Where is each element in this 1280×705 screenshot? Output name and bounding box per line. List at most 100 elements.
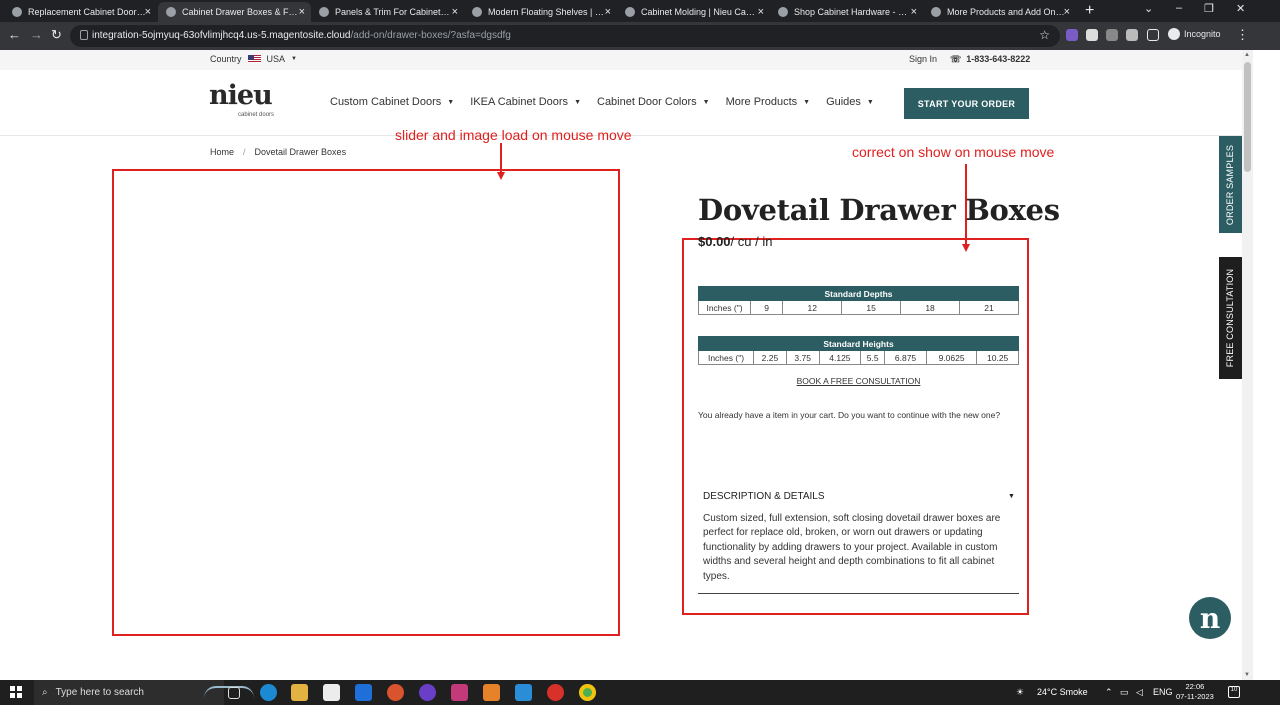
browser-tab-active[interactable]: Cabinet Drawer Boxes & Front × — [158, 2, 311, 22]
mail-icon[interactable] — [355, 684, 372, 701]
chrome-icon[interactable] — [579, 684, 596, 701]
site-topbar: Country USA ▼ Sign In ☏ 1-833-643-8222 — [0, 50, 1242, 70]
nav-guides[interactable]: Guides ▼ — [826, 96, 874, 108]
puzzle-icon[interactable] — [1126, 29, 1138, 41]
app-icon[interactable] — [451, 684, 468, 701]
page-scrollbar[interactable]: ▲ ▼ — [1242, 50, 1253, 680]
app-icon[interactable] — [547, 684, 564, 701]
browser-tab[interactable]: Modern Floating Shelves | Nieu × — [464, 2, 617, 22]
new-tab-icon[interactable]: + — [1085, 2, 1094, 20]
extension-icon[interactable] — [1086, 29, 1098, 41]
site-logo[interactable]: nieu cabinet doors — [209, 82, 274, 119]
incognito-indicator[interactable]: Incognito — [1168, 28, 1221, 40]
scroll-down-icon[interactable]: ▼ — [1244, 672, 1250, 678]
side-panel-icon[interactable] — [1147, 29, 1159, 41]
extension-icon[interactable] — [1106, 29, 1118, 41]
favicon-icon — [625, 7, 635, 17]
network-icon[interactable]: ▭ — [1120, 687, 1129, 698]
back-icon[interactable]: ← — [8, 27, 21, 42]
us-flag-icon — [247, 55, 261, 63]
close-tab-icon[interactable]: × — [299, 6, 305, 18]
scrollbar-thumb[interactable] — [1244, 62, 1251, 172]
taskbar-clock[interactable]: 22:06 07-11-2023 — [1176, 682, 1214, 702]
favicon-icon — [166, 7, 176, 17]
browser-tab[interactable]: Cabinet Molding | Nieu Cabine × — [617, 2, 770, 22]
free-consultation-tab[interactable]: FREE CONSULTATION — [1219, 257, 1242, 379]
nav-custom-cabinet-doors[interactable]: Custom Cabinet Doors ▼ — [330, 96, 454, 108]
volume-icon[interactable]: ◁ — [1136, 687, 1143, 698]
browser-menu-icon[interactable]: ⋮ — [1236, 27, 1249, 43]
divider — [698, 593, 1019, 594]
signin-link[interactable]: Sign In — [909, 54, 937, 64]
breadcrumb: Home / Dovetail Drawer Boxes — [210, 147, 346, 157]
forward-icon[interactable]: → — [30, 27, 43, 42]
close-tab-icon[interactable]: × — [145, 6, 151, 18]
app-icon[interactable] — [515, 684, 532, 701]
extension-icon[interactable] — [1066, 29, 1078, 41]
app-icon[interactable] — [387, 684, 404, 701]
url-field[interactable]: integration-5ojmyuq-63ofvlimjhcq4.us-5.m… — [70, 25, 1060, 47]
product-title: Dovetail Drawer Boxes — [698, 193, 1060, 227]
book-consultation-link[interactable]: BOOK A FREE CONSULTATION — [698, 376, 1019, 386]
breadcrumb-home[interactable]: Home — [210, 147, 234, 157]
nav-ikea-cabinet-doors[interactable]: IKEA Cabinet Doors ▼ — [470, 96, 581, 108]
task-view-icon[interactable] — [228, 687, 240, 699]
close-tab-icon[interactable]: × — [911, 6, 917, 18]
chat-button[interactable]: n — [1189, 597, 1231, 639]
image-slider-area[interactable] — [112, 169, 620, 636]
url-text: integration-5ojmyuq-63ofvlimjhcq4.us-5.m… — [92, 30, 511, 41]
annotation-right-note: correct on show on mouse move — [852, 144, 1055, 160]
windows-taskbar: ⌕ Type here to search ☀ 24°C Smoke ⌃ ▭ ◁… — [0, 680, 1280, 705]
weather-text[interactable]: 24°C Smoke — [1037, 687, 1088, 697]
nav-more-products[interactable]: More Products ▼ — [726, 96, 810, 108]
scroll-up-icon[interactable]: ▲ — [1244, 52, 1250, 58]
annotation-left-note: slider and image load on mouse move — [395, 127, 632, 143]
search-icon: ⌕ — [42, 687, 48, 698]
country-selector[interactable]: Country USA ▼ — [210, 54, 297, 64]
file-explorer-icon[interactable] — [291, 684, 308, 701]
breadcrumb-current: Dovetail Drawer Boxes — [254, 147, 347, 157]
start-order-button[interactable]: START YOUR ORDER — [904, 88, 1029, 119]
app-icon[interactable] — [419, 684, 436, 701]
close-tab-icon[interactable]: × — [1064, 6, 1070, 18]
chevron-down-icon[interactable]: ▼ — [1008, 493, 1015, 500]
browser-tab[interactable]: Panels & Trim For Cabinets | Ni × — [311, 2, 464, 22]
product-price: $0.00/ cu / in — [698, 234, 773, 249]
taskbar-search[interactable]: ⌕ Type here to search — [34, 680, 254, 705]
store-icon[interactable] — [323, 684, 340, 701]
close-tab-icon[interactable]: × — [605, 6, 611, 18]
table-title: Standard Heights — [698, 336, 1019, 351]
language-indicator[interactable]: ENG — [1153, 687, 1173, 697]
bookmark-star-icon[interactable]: ☆ — [1039, 28, 1050, 42]
restore-icon[interactable]: ❐ — [1204, 2, 1214, 15]
table-row: Inches (") 9 12 15 18 21 — [698, 300, 1019, 315]
tab-search-icon[interactable]: ⌄ — [1144, 2, 1153, 15]
close-tab-icon[interactable]: × — [758, 6, 764, 18]
description-toggle[interactable]: DESCRIPTION & DETAILS — [703, 491, 1017, 502]
sublime-icon[interactable] — [483, 684, 500, 701]
favicon-icon — [931, 7, 941, 17]
browser-tab[interactable]: More Products and Add Ons | N × — [923, 2, 1076, 22]
nav-cabinet-door-colors[interactable]: Cabinet Door Colors ▼ — [597, 96, 710, 108]
favicon-icon — [12, 7, 22, 17]
reload-icon[interactable]: ↻ — [51, 27, 62, 43]
lock-icon — [80, 30, 88, 40]
weather-icon[interactable]: ☀ — [1016, 687, 1024, 698]
close-window-icon[interactable]: ✕ — [1236, 2, 1245, 15]
order-samples-tab[interactable]: ORDER SAMPLES — [1219, 136, 1242, 233]
standard-heights-table: Standard Heights Inches (") 2.25 3.75 4.… — [698, 336, 1019, 365]
phone-link[interactable]: ☏ 1-833-643-8222 — [950, 54, 1030, 65]
annotation-arrow — [500, 143, 502, 172]
tray-chevron-icon[interactable]: ⌃ — [1105, 687, 1113, 698]
browser-tab[interactable]: Replacement Cabinet Doors Or × — [4, 2, 157, 22]
minimize-icon[interactable]: – — [1176, 2, 1182, 14]
phone-icon: ☏ — [950, 54, 962, 64]
notification-icon[interactable]: 10 — [1228, 686, 1240, 698]
browser-address-bar: ← → ↻ integration-5ojmyuq-63ofvlimjhcq4.… — [0, 22, 1280, 50]
description-text: Custom sized, full extension, soft closi… — [703, 513, 1001, 582]
close-tab-icon[interactable]: × — [452, 6, 458, 18]
chat-logo-icon: n — [1199, 601, 1221, 635]
windows-start-icon[interactable] — [10, 686, 22, 698]
edge-icon[interactable] — [260, 684, 277, 701]
browser-tab[interactable]: Shop Cabinet Hardware - Knob × — [770, 2, 923, 22]
